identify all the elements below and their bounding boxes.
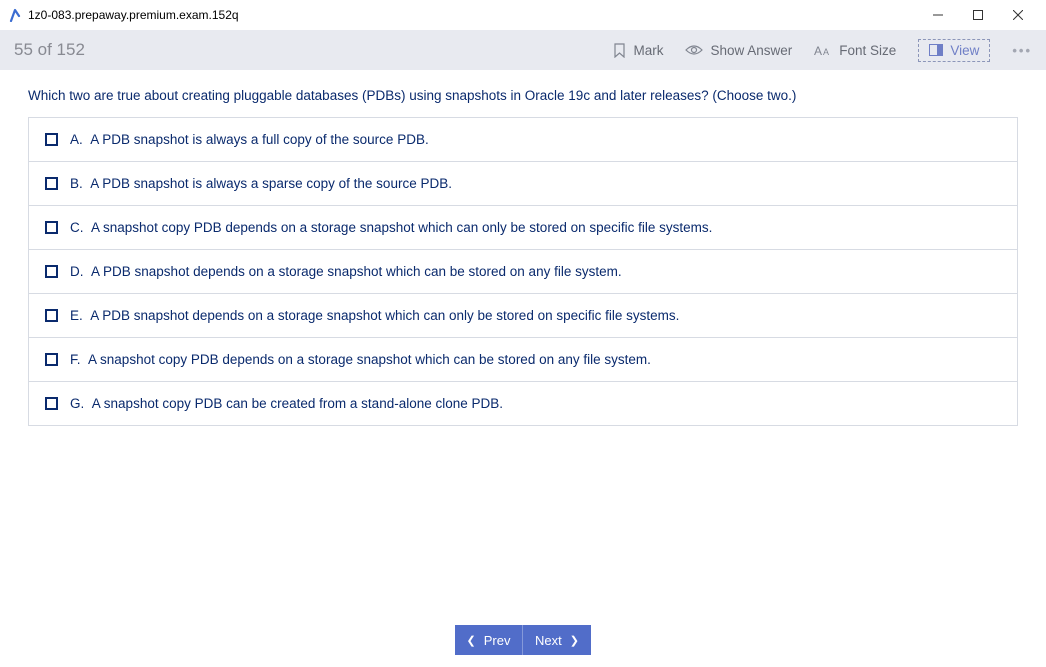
option-text: G. A snapshot copy PDB can be created fr… — [70, 396, 503, 411]
chevron-right-icon: ❯ — [570, 634, 579, 647]
font-size-button[interactable]: AA Font Size — [814, 43, 896, 58]
bookmark-icon — [613, 43, 626, 58]
next-button[interactable]: Next ❯ — [523, 625, 591, 655]
option-text: E. A PDB snapshot depends on a storage s… — [70, 308, 679, 323]
window-title: 1z0-083.prepaway.premium.exam.152q — [28, 8, 239, 22]
prev-label: Prev — [484, 633, 511, 648]
option-g[interactable]: G. A snapshot copy PDB can be created fr… — [29, 382, 1017, 425]
checkbox-icon[interactable] — [45, 221, 58, 234]
question-text: Which two are true about creating plugga… — [28, 88, 1018, 103]
option-e[interactable]: E. A PDB snapshot depends on a storage s… — [29, 294, 1017, 338]
option-text: B. A PDB snapshot is always a sparse cop… — [70, 176, 452, 191]
checkbox-icon[interactable] — [45, 177, 58, 190]
toolbar: 55 of 152 Mark Show Answer AA Font Size … — [0, 30, 1046, 70]
option-b[interactable]: B. A PDB snapshot is always a sparse cop… — [29, 162, 1017, 206]
view-label: View — [950, 43, 979, 58]
checkbox-icon[interactable] — [45, 397, 58, 410]
checkbox-icon[interactable] — [45, 309, 58, 322]
close-button[interactable] — [998, 2, 1038, 28]
checkbox-icon[interactable] — [45, 265, 58, 278]
option-text: F. A snapshot copy PDB depends on a stor… — [70, 352, 651, 367]
window-controls — [918, 2, 1038, 28]
chevron-left-icon: ❮ — [467, 634, 476, 647]
checkbox-icon[interactable] — [45, 133, 58, 146]
footer-nav: ❮ Prev Next ❯ — [0, 625, 1046, 655]
font-size-label: Font Size — [839, 43, 896, 58]
options-list: A. A PDB snapshot is always a full copy … — [28, 117, 1018, 426]
option-d[interactable]: D. A PDB snapshot depends on a storage s… — [29, 250, 1017, 294]
titlebar-left: 1z0-083.prepaway.premium.exam.152q — [8, 8, 239, 22]
checkbox-icon[interactable] — [45, 353, 58, 366]
eye-icon — [685, 44, 703, 56]
view-button[interactable]: View — [918, 39, 990, 62]
option-f[interactable]: F. A snapshot copy PDB depends on a stor… — [29, 338, 1017, 382]
progress-indicator: 55 of 152 — [14, 40, 85, 60]
svg-text:A: A — [823, 47, 829, 57]
mark-button[interactable]: Mark — [613, 43, 663, 58]
mark-label: Mark — [633, 43, 663, 58]
svg-text:A: A — [814, 44, 822, 57]
option-a[interactable]: A. A PDB snapshot is always a full copy … — [29, 118, 1017, 162]
next-label: Next — [535, 633, 562, 648]
option-text: C. A snapshot copy PDB depends on a stor… — [70, 220, 712, 235]
font-size-icon: AA — [814, 44, 832, 57]
show-answer-button[interactable]: Show Answer — [685, 43, 792, 58]
app-icon — [8, 8, 22, 22]
minimize-button[interactable] — [918, 2, 958, 28]
prev-button[interactable]: ❮ Prev — [455, 625, 523, 655]
option-c[interactable]: C. A snapshot copy PDB depends on a stor… — [29, 206, 1017, 250]
window-titlebar: 1z0-083.prepaway.premium.exam.152q — [0, 0, 1046, 30]
content-area: Which two are true about creating plugga… — [0, 70, 1046, 426]
nav-buttons: ❮ Prev Next ❯ — [455, 625, 591, 655]
option-text: A. A PDB snapshot is always a full copy … — [70, 132, 429, 147]
view-icon — [929, 44, 943, 56]
more-button[interactable]: ••• — [1012, 43, 1032, 58]
show-answer-label: Show Answer — [710, 43, 792, 58]
option-text: D. A PDB snapshot depends on a storage s… — [70, 264, 622, 279]
maximize-button[interactable] — [958, 2, 998, 28]
toolbar-actions: Mark Show Answer AA Font Size View ••• — [613, 39, 1032, 62]
